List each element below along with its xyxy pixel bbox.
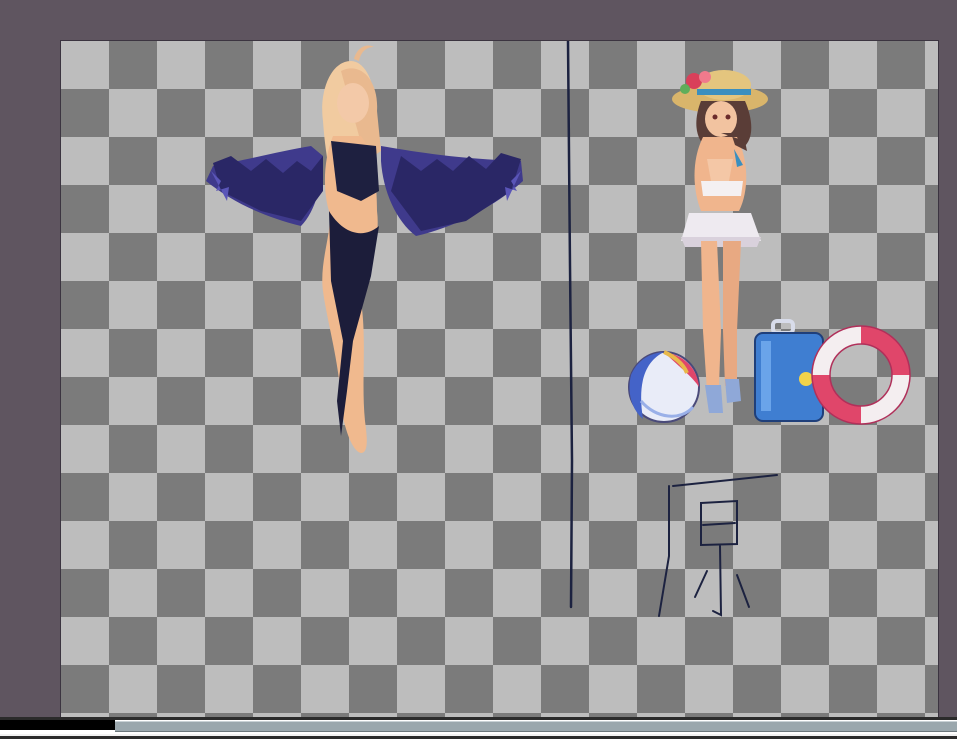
- dark-winged-character-sprite[interactable]: [206, 45, 523, 454]
- divider-stroke: [566, 41, 574, 609]
- horizontal-scrollbar[interactable]: [0, 717, 957, 739]
- drawing-canvas[interactable]: 原: [61, 41, 938, 717]
- canvas-artwork: 原: [61, 41, 911, 617]
- scrollbar-thumb[interactable]: [115, 721, 957, 732]
- handwritten-glyph: [658, 474, 778, 617]
- beach-ball-sprite[interactable]: [628, 350, 700, 423]
- handwritten-text: 原: [61, 41, 62, 42]
- scrollbar-left-region: [0, 720, 115, 730]
- life-ring-sprite[interactable]: [811, 325, 911, 425]
- scrollbar-bottom-edge: [0, 734, 957, 736]
